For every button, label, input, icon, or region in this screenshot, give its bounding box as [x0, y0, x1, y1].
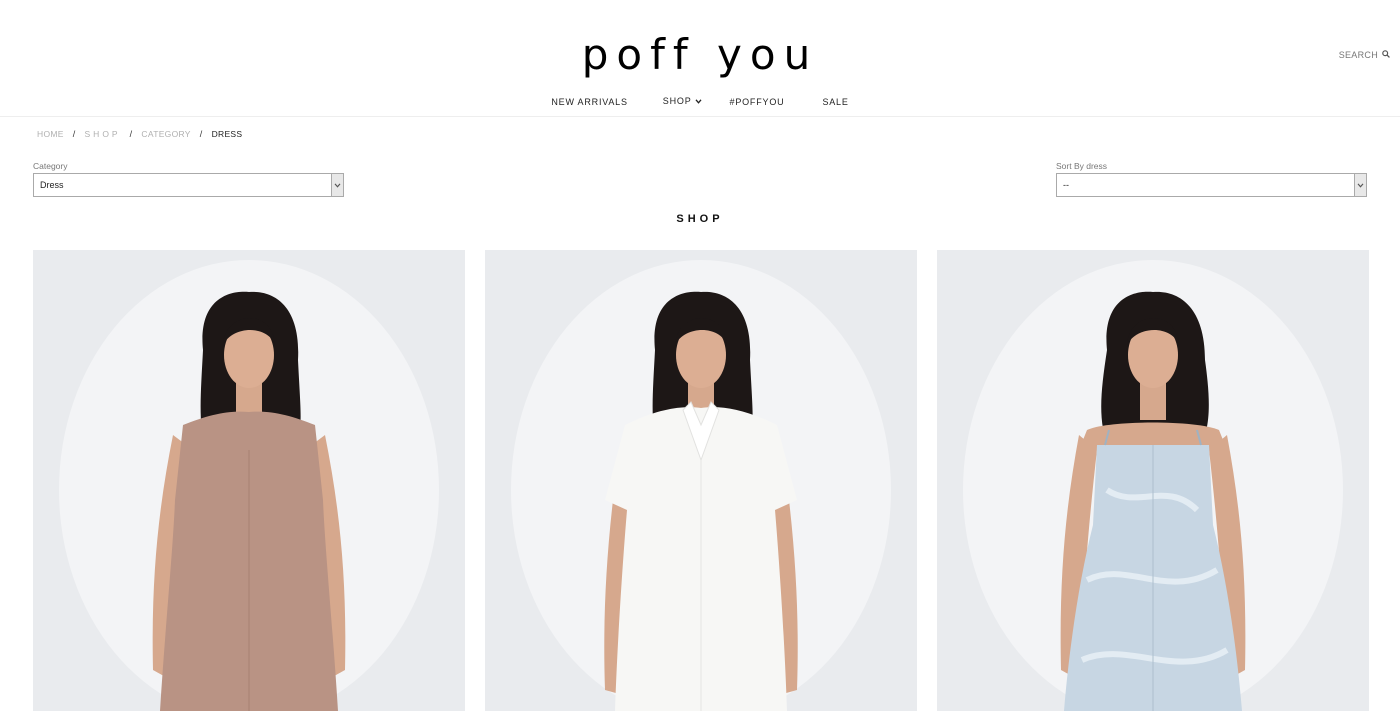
chevron-down-icon	[695, 96, 702, 106]
main-nav: NEW ARRIVALS SHOP #POFFYOU SALE	[0, 94, 1400, 108]
page-title: SHOP	[676, 213, 724, 225]
search-button[interactable]: SEARCH	[1339, 50, 1390, 60]
product-card[interactable]	[33, 250, 465, 711]
breadcrumb: HOME / SHOP / CATEGORY / DRESS	[37, 129, 242, 139]
sort-select[interactable]: --	[1056, 173, 1367, 197]
breadcrumb-category[interactable]: CATEGORY	[141, 129, 190, 139]
category-filter-label: Category	[33, 161, 68, 171]
product-image-taupe-dress	[33, 250, 465, 711]
nav-item-new-arrivals[interactable]: NEW ARRIVALS	[551, 97, 627, 107]
chevron-down-icon[interactable]	[331, 174, 343, 196]
breadcrumb-separator: /	[72, 129, 76, 139]
category-select-value: Dress	[40, 180, 64, 190]
product-image-blue-dress	[937, 250, 1369, 711]
product-grid	[33, 250, 1369, 711]
product-card[interactable]	[937, 250, 1369, 711]
breadcrumb-separator: /	[199, 129, 203, 139]
nav-label: #POFFYOU	[729, 97, 785, 107]
site-header: poff you SEARCH NEW ARRIVALS SHOP #POFFY…	[0, 0, 1400, 117]
sort-select-value: --	[1063, 180, 1069, 190]
product-card[interactable]	[485, 250, 917, 711]
nav-item-shop[interactable]: SHOP	[663, 94, 702, 107]
product-image-white-dress	[485, 250, 917, 711]
nav-item-poffyou[interactable]: #POFFYOU	[730, 97, 785, 107]
sort-filter-label: Sort By dress	[1056, 161, 1108, 171]
category-select[interactable]: Dress	[33, 173, 344, 197]
nav-label: SALE	[822, 97, 849, 107]
breadcrumb-home[interactable]: HOME	[37, 129, 64, 139]
nav-item-sale[interactable]: SALE	[822, 97, 848, 107]
search-icon	[1382, 50, 1390, 60]
chevron-down-icon[interactable]	[1354, 174, 1366, 196]
breadcrumb-shop[interactable]: SHOP	[85, 129, 121, 139]
nav-label: SHOP	[662, 95, 692, 106]
breadcrumb-separator: /	[129, 129, 133, 139]
breadcrumb-current: DRESS	[211, 129, 243, 139]
search-label: SEARCH	[1338, 50, 1378, 60]
nav-label: NEW ARRIVALS	[551, 97, 628, 107]
brand-logo[interactable]: poff you	[0, 30, 1400, 79]
